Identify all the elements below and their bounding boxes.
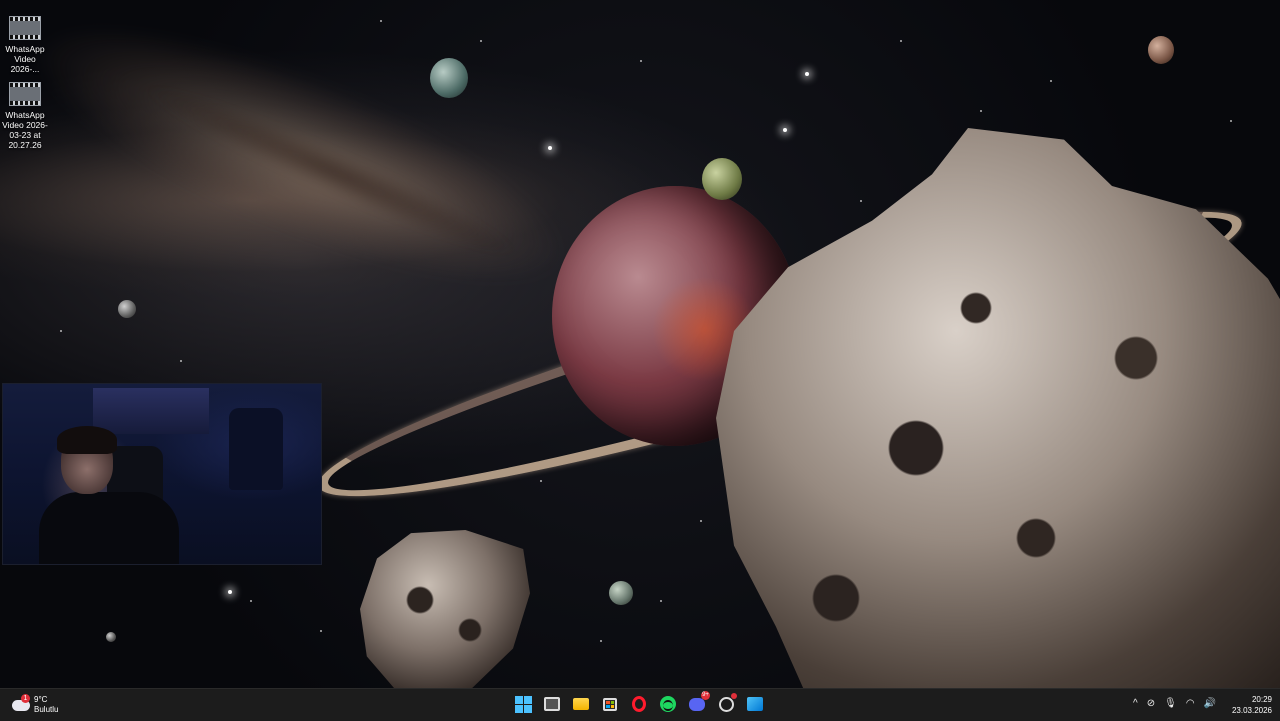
desktop-icon-label: WhatsApp Video 2026-... [5,44,45,74]
weather-badge: 1 [21,693,30,703]
weather-temp: 9°C [34,695,48,704]
taskbar-clock[interactable]: 20:29 23.03.2026 [1232,694,1272,716]
moon [609,581,633,605]
moon [1148,36,1174,64]
photos-icon [747,697,763,711]
photos-button[interactable] [744,693,766,715]
start-button[interactable] [512,693,534,715]
wall-poster [93,388,209,434]
cloud-icon: 1 [12,693,30,711]
weather-widget[interactable]: 1 9°C Bulutlu [12,693,59,716]
moon [106,632,116,642]
discord-button[interactable]: 9+ [686,691,710,715]
windows-icon [514,695,532,713]
task-view-icon [544,697,560,711]
microphone-icon[interactable]: 🎙 [1164,697,1177,711]
clock-icon [718,696,734,712]
webcam-overlay [2,383,322,565]
store-button[interactable] [599,693,621,715]
video-file-icon [9,16,41,40]
desktop-wallpaper: WhatsApp Video 2026-... WhatsApp Video 2… [0,0,1280,688]
opera-icon [632,696,646,712]
clock-time: 20:29 [1251,695,1272,704]
desktop-icon-label: WhatsApp Video 2026-03-23 at 20.27.26 [2,110,48,150]
volume-icon[interactable]: 🔊 [1204,697,1216,711]
clock-app-button[interactable] [715,693,737,715]
moon [702,158,742,200]
network-off-icon[interactable]: ⊘ [1147,697,1155,711]
moon [430,58,468,98]
folder-icon [573,698,589,710]
clock-date: 23.03.2026 [1231,706,1272,715]
desktop-icon-whatsapp-video-1[interactable]: WhatsApp Video 2026-... [0,16,50,74]
file-explorer-button[interactable] [570,693,592,715]
taskbar: 1 9°C Bulutlu 9+ ^ ⊘ 🎙 ◠ 🔊 20:29 23.03.2… [0,688,1280,721]
discord-badge: 9+ [701,691,710,700]
moon [118,300,136,318]
desktop-icon-whatsapp-video-2[interactable]: WhatsApp Video 2026-03-23 at 20.27.26 [0,82,50,150]
person-hair [57,426,117,454]
show-hidden-icons-chevron[interactable]: ^ [1133,697,1138,711]
store-icon [603,697,617,711]
hanging-shirt [229,408,283,490]
spotify-button[interactable] [657,693,679,715]
notification-dot [731,693,737,699]
spotify-icon [660,696,676,712]
system-tray: ^ ⊘ 🎙 ◠ 🔊 [1133,697,1216,711]
weather-condition: Bulutlu [34,705,59,714]
wifi-icon[interactable]: ◠ [1186,697,1195,711]
taskbar-apps: 9+ [512,691,766,715]
task-view-button[interactable] [541,693,563,715]
opera-button[interactable] [628,693,650,715]
person-body [39,492,179,564]
video-file-icon [9,82,41,106]
